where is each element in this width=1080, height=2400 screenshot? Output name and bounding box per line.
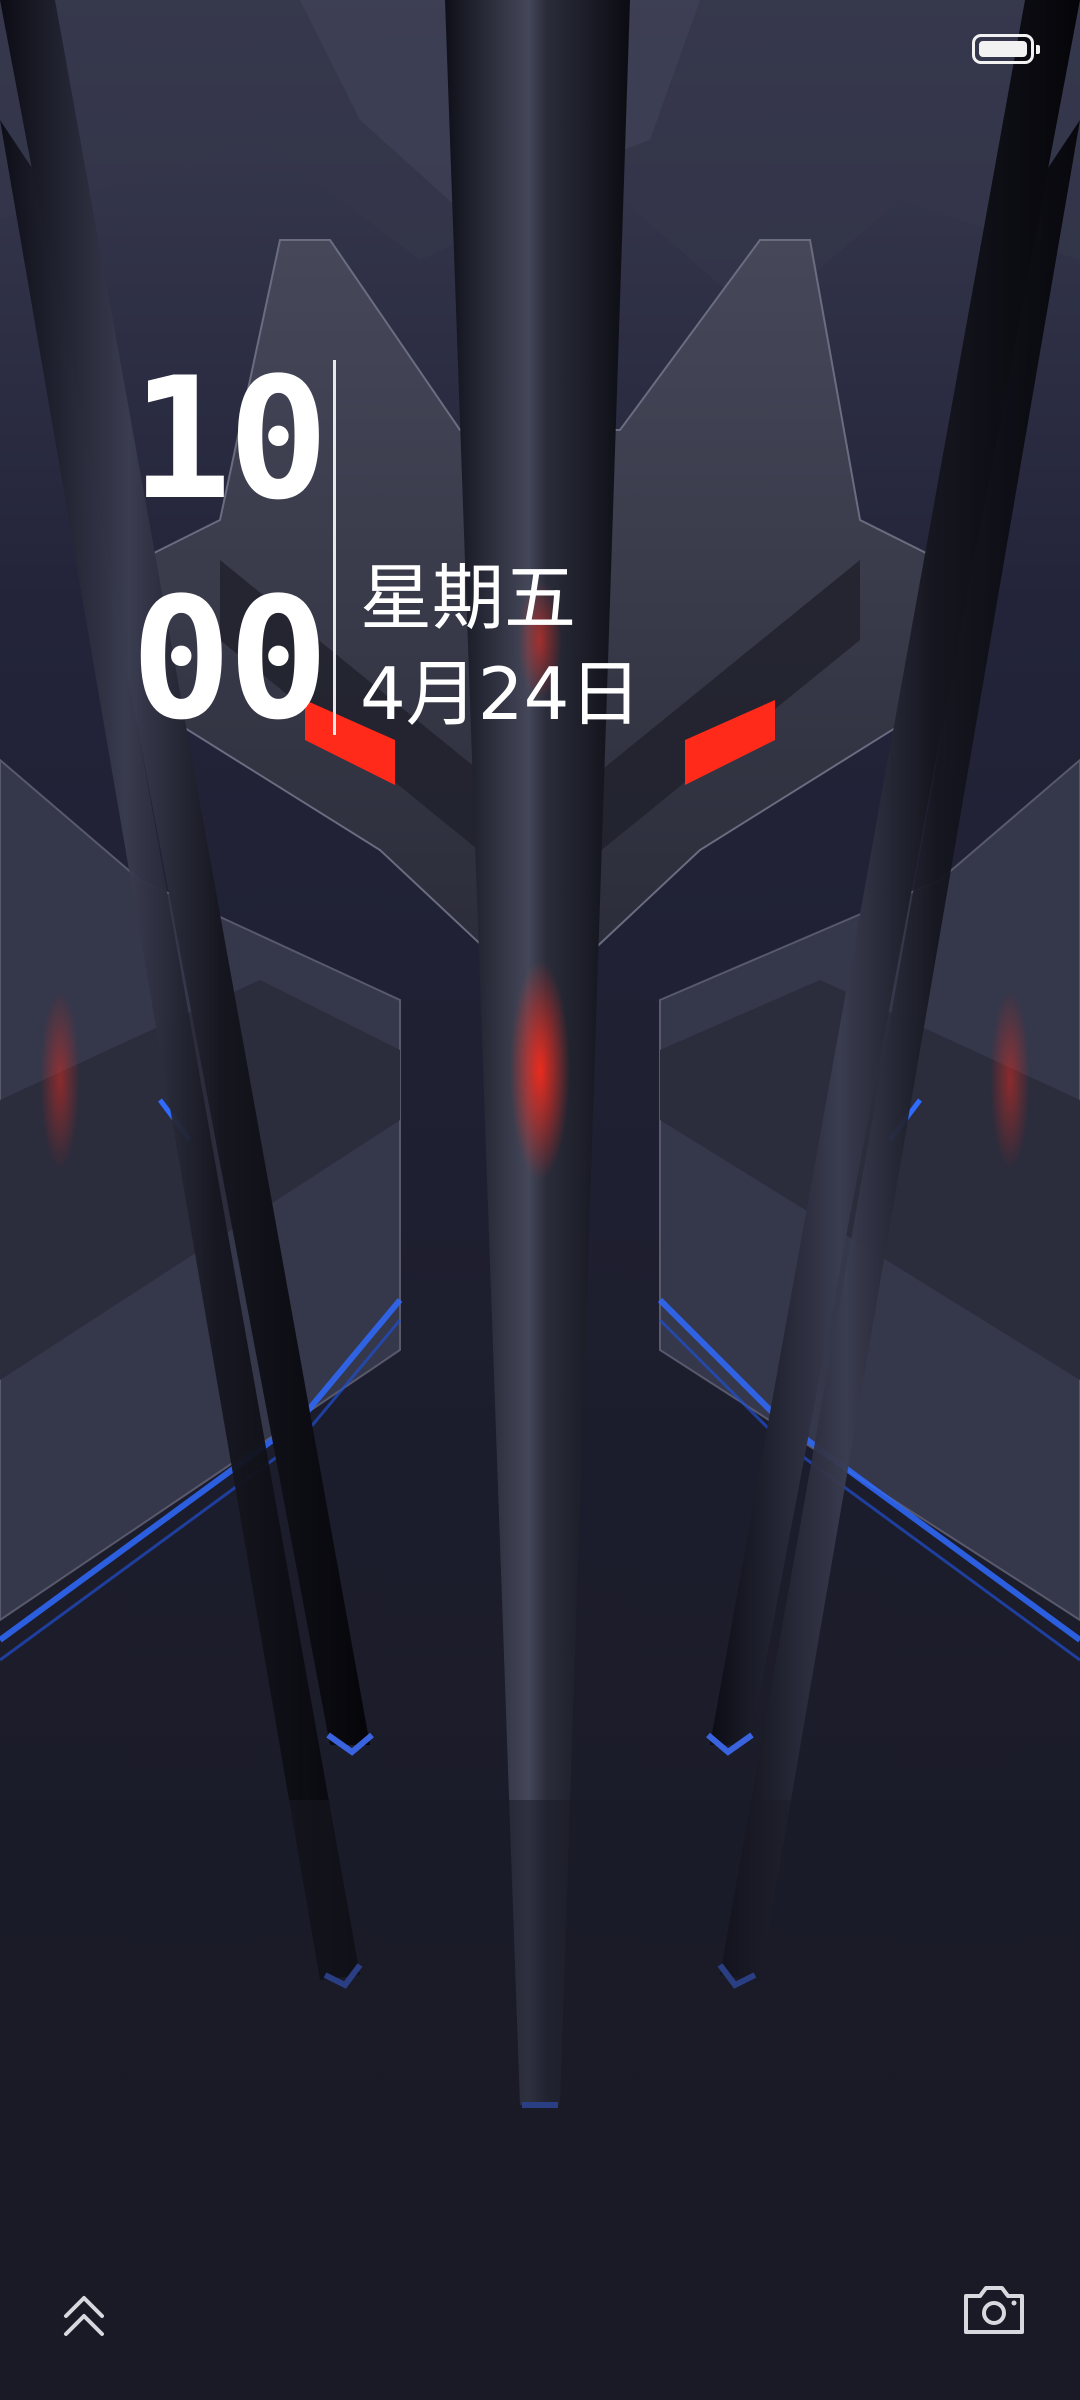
- clock-divider: [333, 360, 336, 735]
- date-label: 4月24日: [360, 652, 642, 736]
- weekday-label: 星期五: [360, 556, 577, 640]
- status-bar: [0, 0, 1080, 100]
- double-chevron-up-icon[interactable]: [58, 2290, 110, 2342]
- camera-icon[interactable]: [960, 2282, 1028, 2338]
- clock-hour: 10: [130, 341, 329, 537]
- battery-fill: [979, 41, 1027, 57]
- lockscreen-clock: 10 00 星期五 4月24日: [95, 355, 795, 745]
- clock-digits: 10 00: [95, 341, 329, 757]
- lockscreen-bottom-bar: [0, 2260, 1080, 2380]
- clock-minute: 00: [130, 561, 329, 757]
- battery-full-icon: [972, 34, 1040, 64]
- date-block: 星期五 4月24日: [360, 550, 641, 742]
